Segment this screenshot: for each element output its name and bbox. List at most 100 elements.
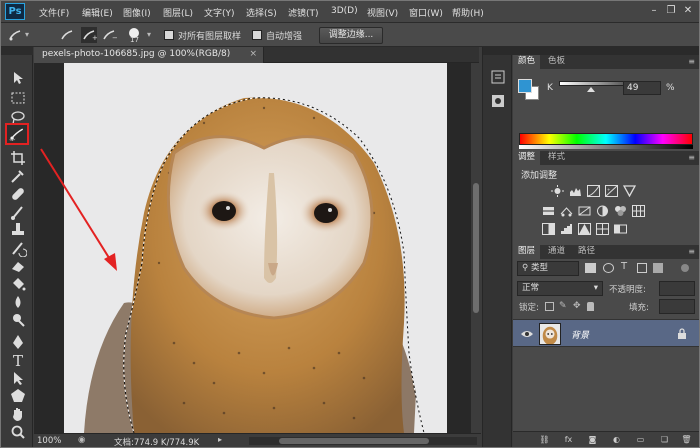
menu-help[interactable]: 帮助(H): [452, 6, 484, 19]
hue-saturation-icon[interactable]: [560, 205, 573, 217]
delete-layer-icon[interactable]: 🗑: [681, 435, 692, 445]
quick-selection-tool-icon[interactable]: [5, 123, 29, 145]
adjustments-panel-menu-icon[interactable]: ≡: [688, 153, 695, 162]
posterize-icon[interactable]: [560, 223, 573, 235]
grayscale-ramp[interactable]: [519, 145, 693, 149]
black-white-icon[interactable]: [596, 205, 609, 217]
horizontal-scrollbar[interactable]: [249, 437, 477, 445]
vertical-scrollbar[interactable]: [471, 63, 481, 433]
shape-tool-icon[interactable]: [9, 387, 27, 405]
menu-edit[interactable]: 编辑(E): [82, 6, 113, 19]
tab-swatches[interactable]: 色板: [543, 55, 570, 69]
blend-mode-select[interactable]: 正常 ▾: [517, 281, 603, 296]
crop-tool-icon[interactable]: [9, 149, 27, 167]
new-adjustment-layer-icon[interactable]: ◐: [611, 435, 622, 445]
color-panel-menu-icon[interactable]: ≡: [688, 57, 695, 66]
add-to-selection-icon[interactable]: +: [81, 27, 98, 43]
tab-layers[interactable]: 图层: [513, 245, 541, 259]
menu-window[interactable]: 窗口(W): [409, 6, 443, 19]
panels-header[interactable]: [513, 47, 699, 55]
tab-channels[interactable]: 通道: [543, 245, 570, 259]
selective-color-icon[interactable]: [596, 223, 609, 235]
path-selection-tool-icon[interactable]: [9, 369, 27, 387]
status-info-icon[interactable]: ◉: [78, 435, 85, 445]
move-tool-icon[interactable]: [9, 69, 27, 87]
eye-icon[interactable]: [521, 329, 533, 339]
paint-bucket-tool-icon[interactable]: [9, 275, 27, 293]
menu-image[interactable]: 图像(I): [123, 6, 151, 19]
canvas-area[interactable]: [34, 63, 471, 433]
tab-adjustments[interactable]: 调整: [513, 151, 541, 165]
link-layers-icon[interactable]: ⛓: [539, 435, 550, 445]
tool-preset-icon[interactable]: [7, 27, 23, 43]
new-layer-icon[interactable]: ❏: [659, 435, 670, 445]
opacity-input[interactable]: [659, 281, 695, 296]
clone-stamp-tool-icon[interactable]: [9, 221, 27, 239]
restore-icon[interactable]: ❐: [664, 4, 678, 18]
new-selection-icon[interactable]: [59, 27, 75, 43]
filter-pixel-icon[interactable]: [585, 263, 596, 273]
filter-type-icon[interactable]: T: [621, 261, 627, 272]
refine-edge-button[interactable]: 调整边缘...: [319, 27, 383, 44]
vertical-scroll-thumb[interactable]: [473, 183, 479, 313]
layers-panel-menu-icon[interactable]: ≡: [688, 247, 695, 256]
healing-brush-tool-icon[interactable]: [9, 185, 27, 203]
menu-layer[interactable]: 图层(L): [163, 6, 193, 19]
lock-position-icon[interactable]: ✥: [573, 301, 581, 311]
threshold-icon[interactable]: [578, 223, 591, 235]
lock-all-icon[interactable]: [587, 302, 594, 311]
levels-icon[interactable]: [569, 185, 582, 197]
brightness-contrast-icon[interactable]: [551, 185, 564, 197]
status-menu-arrow-icon[interactable]: ▸: [218, 435, 222, 444]
lock-transparent-icon[interactable]: [545, 302, 554, 311]
document-canvas[interactable]: [64, 63, 447, 433]
menu-file[interactable]: 文件(F): [39, 6, 69, 19]
dock-header[interactable]: [483, 47, 513, 55]
curves-icon[interactable]: [587, 185, 600, 197]
eyedropper-tool-icon[interactable]: [9, 167, 27, 185]
filter-adjustment-icon[interactable]: [603, 263, 614, 273]
gradient-map-icon[interactable]: [614, 223, 627, 235]
auto-enhance-checkbox[interactable]: [252, 30, 262, 40]
invert-icon[interactable]: [542, 223, 555, 235]
exposure-icon[interactable]: +: [605, 185, 618, 197]
tab-paths[interactable]: 路径: [573, 245, 600, 259]
vibrance-icon[interactable]: [542, 205, 555, 217]
filter-shape-icon[interactable]: [637, 263, 647, 273]
zoom-level[interactable]: 100%: [37, 436, 61, 446]
menu-filter[interactable]: 滤镜(T): [288, 6, 319, 19]
color-lookup-icon[interactable]: [632, 205, 645, 217]
properties-panel-icon[interactable]: [490, 93, 506, 109]
layer-name[interactable]: 背景: [571, 328, 589, 341]
menu-3d[interactable]: 3D(D): [331, 6, 358, 16]
minimize-icon[interactable]: –: [647, 4, 661, 18]
new-group-icon[interactable]: ▭: [635, 435, 646, 445]
hand-tool-icon[interactable]: [9, 405, 27, 423]
blur-tool-icon[interactable]: [9, 293, 27, 311]
lock-pixels-icon[interactable]: ✎: [559, 301, 567, 311]
type-tool-icon[interactable]: T: [9, 351, 27, 370]
subtract-from-selection-icon[interactable]: −: [101, 27, 118, 43]
filter-toggle-icon[interactable]: [681, 264, 689, 272]
zoom-tool-icon[interactable]: [9, 423, 27, 441]
close-window-icon[interactable]: ✕: [681, 4, 695, 18]
pen-tool-icon[interactable]: [9, 333, 27, 351]
close-document-icon[interactable]: ×: [249, 47, 257, 62]
menu-select[interactable]: 选择(S): [246, 6, 277, 19]
history-brush-tool-icon[interactable]: [9, 239, 28, 258]
layer-row-background[interactable]: 背景: [513, 319, 699, 347]
document-tab[interactable]: pexels-photo-106685.jpg @ 100%(RGB/8) ×: [34, 47, 264, 63]
sample-all-layers-checkbox[interactable]: [164, 30, 174, 40]
color-balance-icon[interactable]: [578, 205, 591, 217]
foreground-color-swatch-front[interactable]: [518, 79, 532, 93]
filter-smart-object-icon[interactable]: [653, 263, 663, 273]
history-panel-icon[interactable]: [490, 69, 506, 85]
k-slider-knob[interactable]: [587, 87, 595, 92]
menu-type[interactable]: 文字(Y): [204, 6, 235, 19]
color-spectrum-ramp[interactable]: [519, 133, 693, 145]
brush-dropdown-icon[interactable]: ▾: [147, 30, 151, 39]
layer-filter-kind-select[interactable]: ⚲ 类型: [517, 261, 579, 276]
tab-color[interactable]: 颜色: [513, 55, 541, 69]
tab-styles[interactable]: 样式: [543, 151, 570, 165]
gradient-map-triangle-icon[interactable]: [622, 185, 637, 198]
